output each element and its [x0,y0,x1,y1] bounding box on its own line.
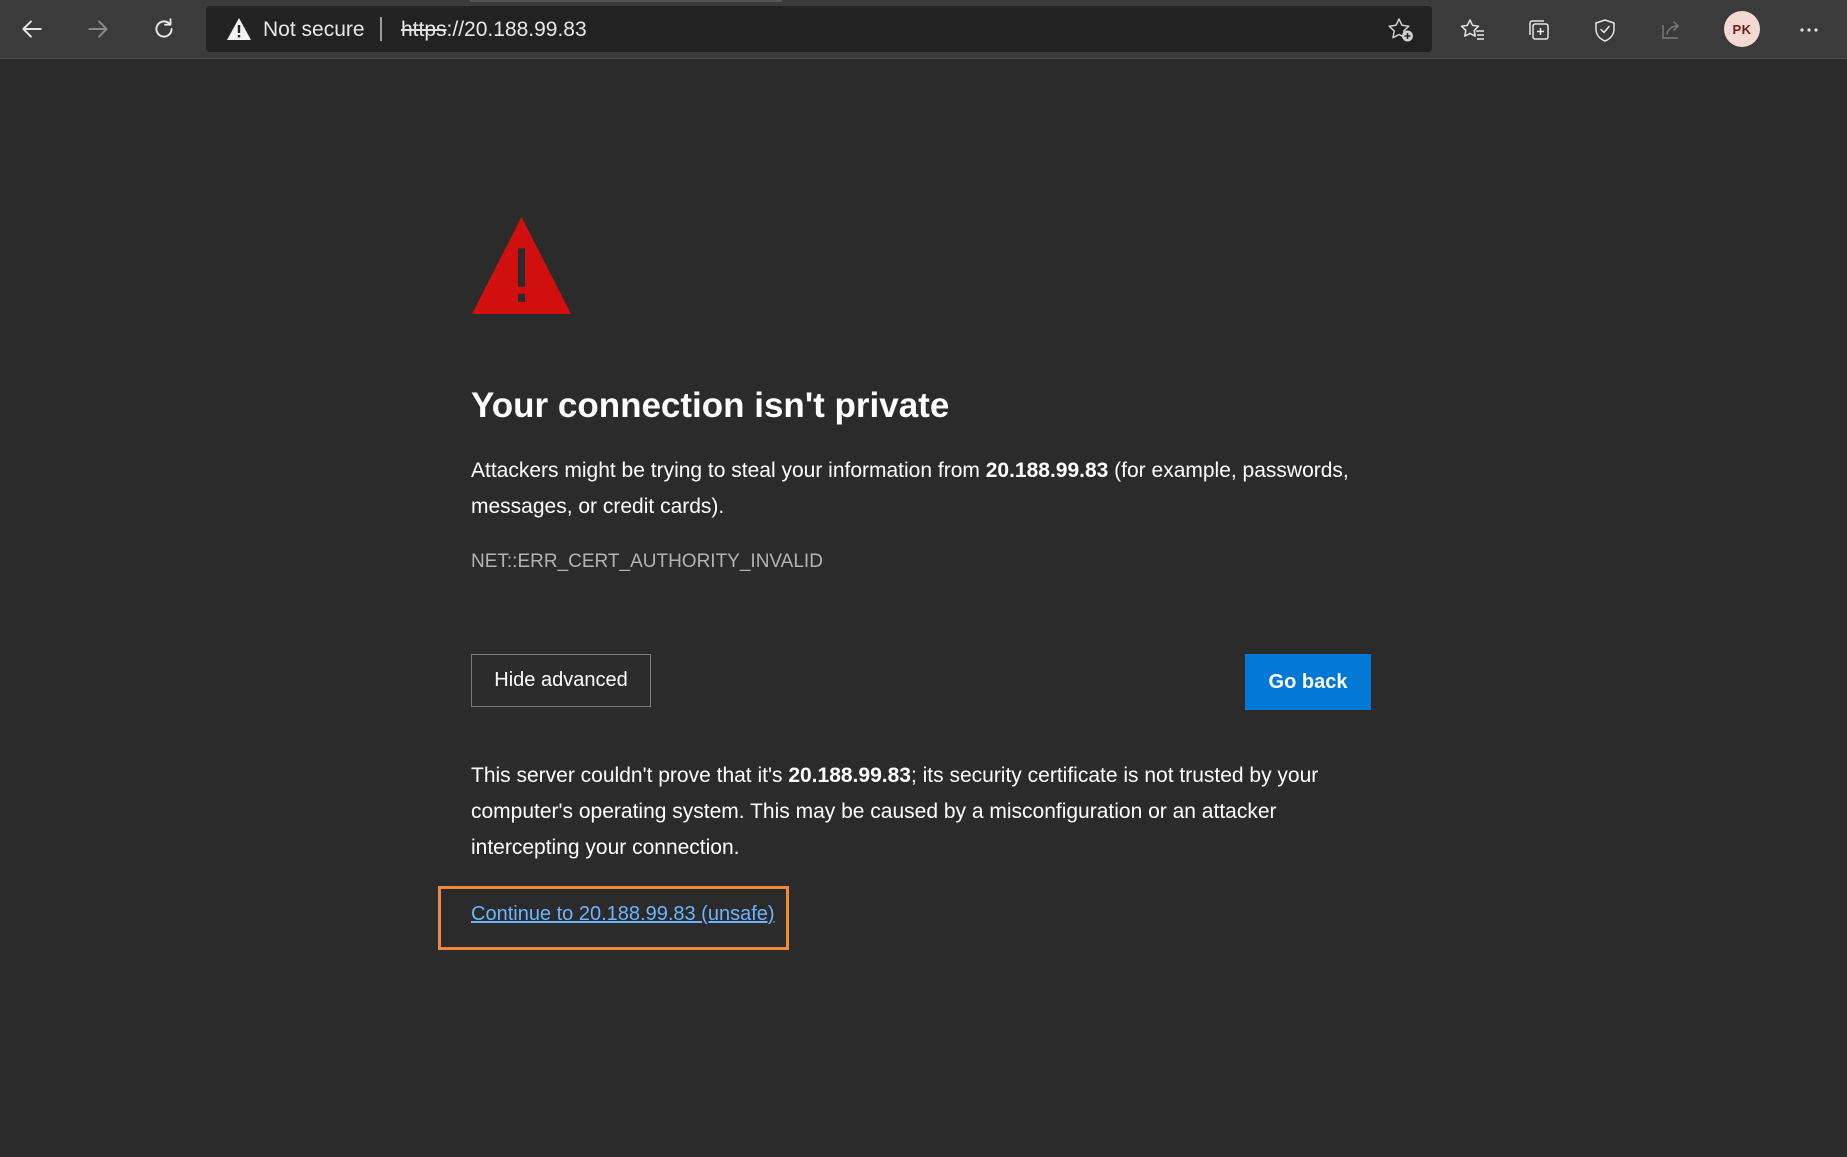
security-status-label[interactable]: Not secure [263,18,365,42]
address-bar[interactable]: Not secure https://20.188.99.83 [206,6,1432,52]
address-separator [380,17,382,41]
warning-triangle-icon[interactable] [226,17,252,41]
star-plus-icon[interactable] [1386,16,1416,44]
url-text[interactable]: https://20.188.99.83 [401,18,587,42]
profile-avatar[interactable]: PK [1724,11,1760,47]
refresh-button[interactable] [144,9,184,49]
continue-unsafe-link[interactable]: Continue to 20.188.99.83 (unsafe) [471,903,775,926]
warning-triangle-icon [472,217,571,314]
details-text: This server couldn't prove that it's 20.… [471,758,1371,866]
intro-text-before: Attackers might be trying to steal your … [471,459,986,482]
favorites-button[interactable] [1455,12,1491,48]
share-icon [1662,21,1679,39]
collections-button[interactable] [1521,12,1557,48]
tab-indicator [470,0,782,2]
go-back-button[interactable]: Go back [1245,654,1371,710]
arrow-right-icon [88,20,108,38]
hide-advanced-button[interactable]: Hide advanced [471,654,651,707]
more-dots-icon [1800,28,1818,32]
arrow-left-icon [22,20,42,38]
intro-text: Attackers might be trying to steal your … [471,453,1371,525]
error-code: NET::ERR_CERT_AUTHORITY_INVALID [471,551,823,572]
share-button[interactable] [1653,12,1689,48]
intro-host: 20.188.99.83 [985,459,1109,482]
details-host: 20.188.99.83 [788,764,911,787]
page-title: Your connection isn't private [471,386,950,425]
collections-icon [1529,20,1549,40]
refresh-icon [155,18,173,38]
url-scheme: https [401,18,447,41]
back-button[interactable] [12,9,52,49]
more-button[interactable] [1791,12,1827,48]
favorites-star-list-icon [1460,19,1484,40]
browser-toolbar: Not secure https://20.188.99.83 PK [0,0,1847,59]
browser-essentials-button[interactable] [1587,12,1623,48]
forward-button[interactable] [78,9,118,49]
details-text-before: This server couldn't prove that it's [471,764,789,787]
url-host: ://20.188.99.83 [446,18,587,41]
error-page: Your connection isn't private Attackers … [0,60,1847,1157]
heart-shield-icon [1595,19,1615,42]
